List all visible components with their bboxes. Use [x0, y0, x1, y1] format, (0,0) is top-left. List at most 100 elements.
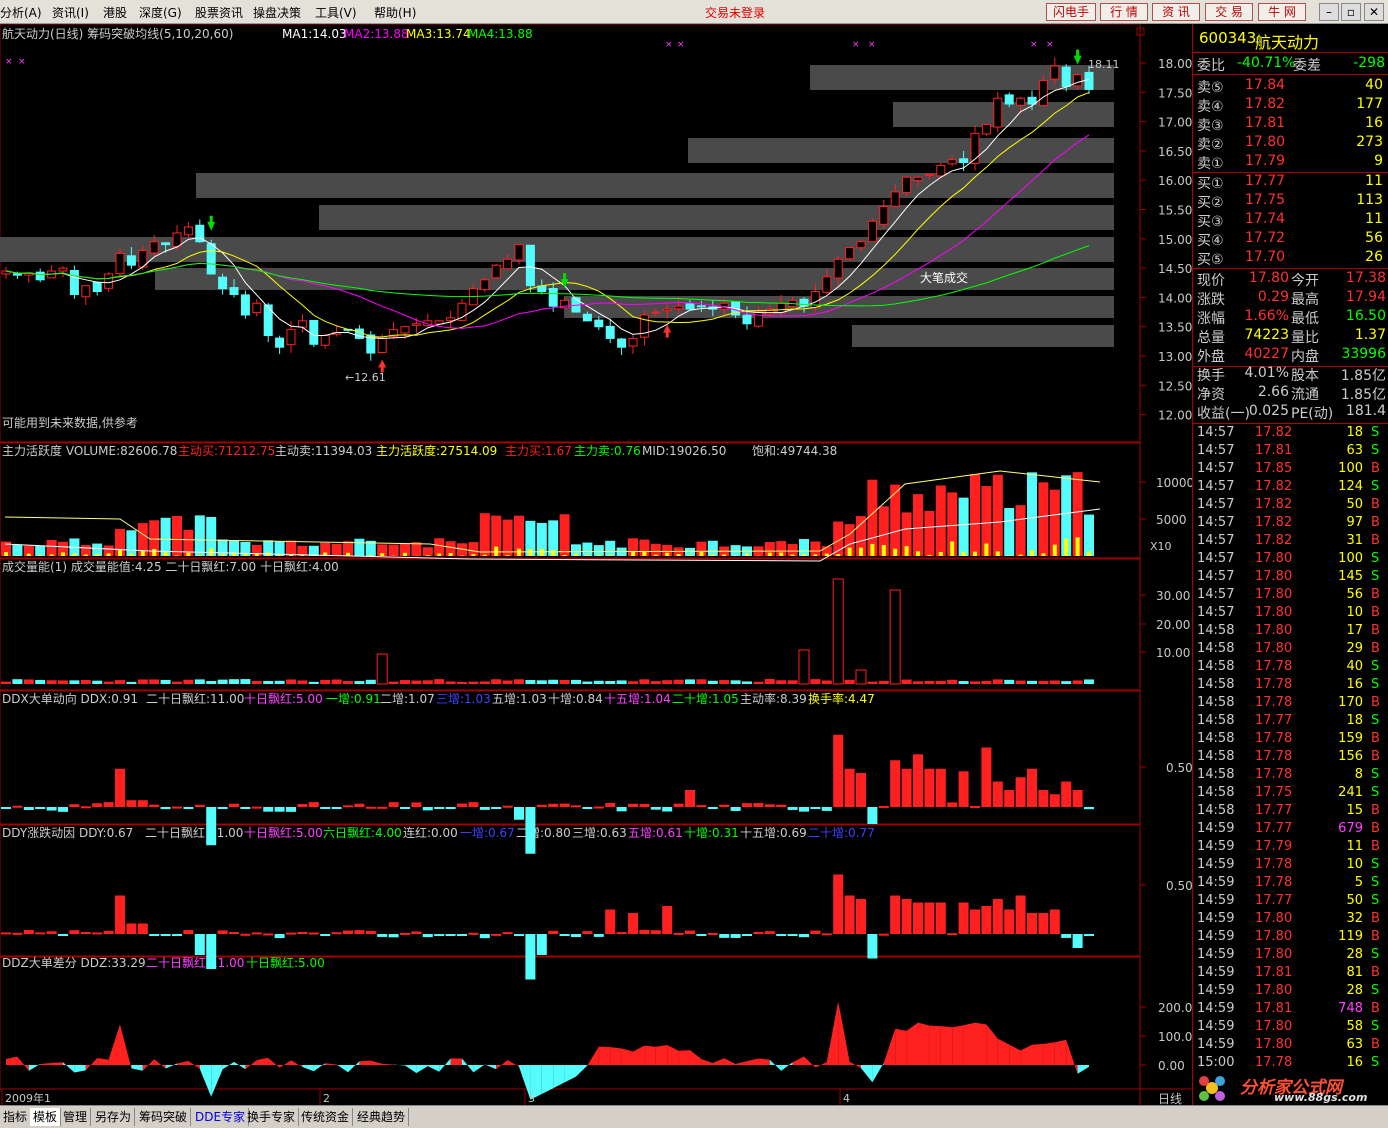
news-button[interactable]: 资 讯 — [1152, 3, 1200, 21]
ddy-tick-label: 0.50 — [1166, 879, 1192, 893]
ddz-area — [564, 1065, 576, 1083]
dd-bar — [206, 807, 217, 846]
niuwang-button[interactable]: 牛 网 — [1258, 3, 1306, 21]
tab-0[interactable]: 指标 — [0, 1108, 32, 1126]
tab-3[interactable]: 另存为 — [92, 1108, 136, 1126]
menu-stock-news[interactable]: 股票资讯 — [195, 4, 243, 21]
menu-help[interactable]: 帮助(H) — [374, 4, 416, 21]
tab-6[interactable]: 换手专家 — [244, 1108, 300, 1126]
tick-volume: 56 — [1346, 587, 1363, 602]
quote-button[interactable]: 行 情 — [1100, 3, 1148, 21]
volume-bar — [890, 484, 901, 556]
ddz-area — [6, 1056, 18, 1065]
tick-side: B — [1371, 1001, 1380, 1016]
ask-price[interactable]: 17.80 — [1245, 134, 1285, 150]
minimize-icon[interactable]: – — [1319, 3, 1339, 21]
tick-side: S — [1371, 425, 1380, 440]
candle-up — [104, 273, 114, 289]
tab-4[interactable]: 筹码突破 — [136, 1108, 192, 1126]
tick-volume: 50 — [1346, 497, 1363, 512]
ask-price[interactable]: 17.81 — [1245, 115, 1285, 131]
ask-price[interactable]: 17.84 — [1245, 77, 1285, 93]
dd-bar — [707, 933, 718, 936]
dd-bar — [229, 803, 239, 807]
candle-up — [924, 173, 934, 176]
ddz-area — [838, 1001, 850, 1065]
tab-1[interactable]: 模板 — [30, 1108, 62, 1126]
tick-volume: 32 — [1346, 911, 1363, 926]
menu-decision[interactable]: 操盘决策 — [253, 4, 301, 21]
price-tick-label: 13.00 — [1158, 350, 1192, 364]
menu-news[interactable]: 资讯(I) — [52, 4, 89, 21]
cross-marker: × — [1046, 40, 1054, 50]
energy-bar — [115, 680, 125, 684]
menu-hk[interactable]: 港股 — [103, 4, 127, 21]
bid-price[interactable]: 17.72 — [1245, 230, 1285, 246]
tick-volume: 5 — [1354, 875, 1363, 890]
price-tick-label: 17.50 — [1158, 86, 1192, 100]
dd-bar — [559, 803, 570, 807]
main-buy-bar — [574, 553, 578, 556]
energy-bar — [1084, 679, 1094, 684]
tick-volume: 119 — [1338, 929, 1363, 944]
bid-price[interactable]: 17.75 — [1245, 192, 1285, 208]
ask-price[interactable]: 17.79 — [1245, 153, 1285, 169]
tick-volume: 100 — [1338, 461, 1363, 476]
stat-value: 17.38 — [1345, 270, 1386, 286]
ddz-area — [621, 1048, 633, 1065]
volume-bar — [35, 546, 46, 556]
menu-depth[interactable]: 深度(G) — [139, 4, 182, 21]
flash-button[interactable]: 闪电手 — [1046, 3, 1096, 21]
bid-price[interactable]: 17.77 — [1245, 173, 1285, 189]
tick-volume: 63 — [1346, 1037, 1363, 1052]
energy-bar — [582, 681, 593, 684]
ask-price[interactable]: 17.82 — [1245, 96, 1285, 112]
stat-label: 净资 — [1197, 387, 1225, 403]
volume-bar — [502, 519, 513, 556]
bid-price[interactable]: 17.74 — [1245, 211, 1285, 227]
energy-bar — [1004, 679, 1015, 684]
main-buy-bar — [688, 555, 692, 556]
dd-bar — [35, 932, 46, 935]
bid-price[interactable]: 17.70 — [1245, 249, 1285, 265]
menu-tools[interactable]: 工具(V) — [315, 4, 357, 21]
close-icon[interactable]: ✕ — [1364, 3, 1384, 21]
bid-level-label: 买② — [1197, 195, 1224, 211]
tick-side: B — [1371, 839, 1380, 854]
candle-up — [776, 302, 786, 313]
ddz-area — [735, 1061, 747, 1065]
energy-bar — [445, 681, 456, 684]
chart-area[interactable]: 18.00 17.50 17.00 16.50 16.00 15.50 15.00 14.50… — [0, 24, 1192, 1105]
price-tick-label: 18.00 — [1158, 57, 1192, 71]
stat-value: 2.66 — [1257, 384, 1289, 400]
energy-bar — [696, 679, 707, 684]
tick-side: S — [1371, 947, 1380, 962]
dd-bar — [856, 899, 866, 934]
tick-volume: 8 — [1354, 767, 1363, 782]
ddz-area — [17, 1056, 29, 1071]
volume-bar — [787, 544, 798, 556]
ask-level-label: 卖④ — [1197, 99, 1224, 115]
main-buy-bar — [938, 551, 943, 556]
candle-up — [252, 302, 262, 314]
tab-7[interactable]: 传统资金 — [298, 1108, 354, 1126]
tick-price: 17.78 — [1255, 857, 1293, 872]
main-buy-bar — [745, 553, 749, 556]
tab-2[interactable]: 管理 — [60, 1108, 92, 1126]
ddz-area — [268, 1057, 280, 1068]
bid-level-label: 买⑤ — [1197, 252, 1224, 268]
menu-analysis[interactable]: 分析(A) — [0, 4, 42, 21]
dd-bar — [286, 807, 296, 812]
dd-bar — [217, 807, 228, 809]
trade-button[interactable]: 交 易 — [1205, 3, 1253, 21]
tick-price: 17.77 — [1255, 713, 1293, 728]
tab-5[interactable]: DDE专家 — [192, 1108, 250, 1126]
stock-code[interactable]: 600343 — [1199, 29, 1256, 47]
kline-chart-svg[interactable]: 18.00 17.50 17.00 16.50 16.00 15.50 15.00 14.50… — [0, 24, 1192, 1105]
divider — [1193, 74, 1388, 75]
restore-icon[interactable]: ▫ — [1341, 3, 1361, 21]
tab-8[interactable]: 经典趋势 — [354, 1108, 410, 1126]
tick-price: 17.80 — [1255, 605, 1293, 620]
candle-up — [480, 279, 490, 291]
tick-price: 17.81 — [1255, 1001, 1293, 1016]
